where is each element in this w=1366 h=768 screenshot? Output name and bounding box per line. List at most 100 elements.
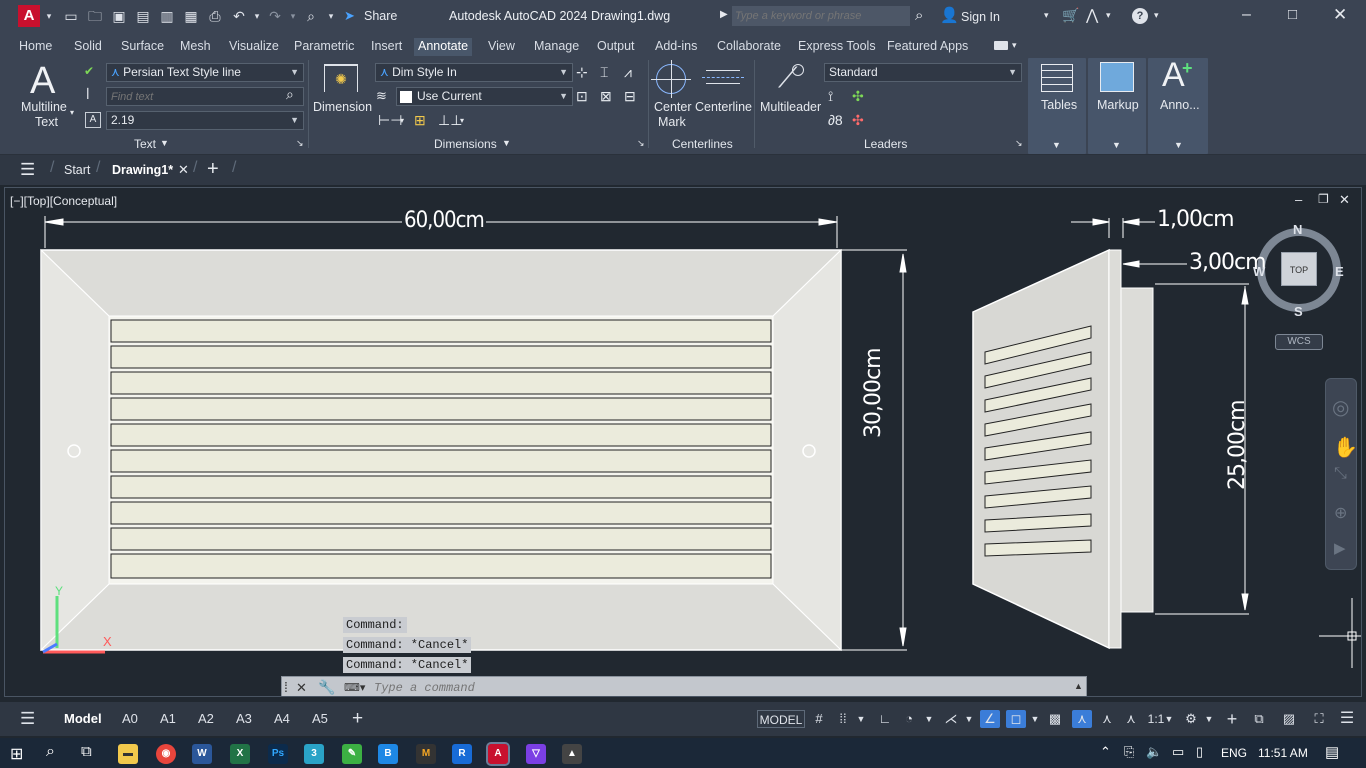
multiline-text-button[interactable]: A Multiline Text ▾: [12, 60, 78, 132]
save-as-icon[interactable]: ▤: [134, 8, 152, 24]
text-style-dropdown[interactable]: ⋏ Persian Text Style line ▼: [106, 63, 304, 82]
layout-tab-a2[interactable]: A2: [198, 710, 214, 728]
task-view-icon[interactable]: ⧉: [81, 743, 92, 760]
tab-surface[interactable]: Surface: [117, 38, 168, 56]
search-icon[interactable]: ⌕: [915, 7, 923, 24]
showmotion-icon[interactable]: ▶: [1334, 539, 1346, 557]
centerline-button[interactable]: Centerline: [694, 62, 752, 122]
command-input[interactable]: [374, 679, 1064, 696]
viewcube-top-face[interactable]: TOP: [1281, 252, 1317, 286]
share-icon[interactable]: ➤: [344, 8, 355, 24]
tab-insert[interactable]: Insert: [367, 38, 406, 56]
object-snap-tracking-icon[interactable]: ∠: [980, 710, 1000, 728]
ribbon-minimize-dropdown-icon[interactable]: ▾: [1012, 40, 1017, 51]
volume-icon[interactable]: 🔈: [1146, 744, 1162, 760]
layout-tab-a1[interactable]: A1: [160, 710, 176, 728]
isolate-objects-icon[interactable]: ⧉: [1250, 710, 1268, 728]
search-expand-icon[interactable]: ▶: [720, 9, 728, 20]
drawing-canvas[interactable]: [5, 188, 1362, 697]
linear-dim-icon[interactable]: ⊢⊣: [378, 112, 402, 129]
anno-dropdown-icon[interactable]: ▼: [1174, 140, 1183, 150]
dimensions-panel-launcher-icon[interactable]: ↘: [637, 138, 645, 149]
drawing1-tab[interactable]: Drawing1*: [112, 163, 173, 177]
clean-screen-icon[interactable]: ⛶: [1310, 710, 1328, 728]
close-tab-icon[interactable]: ✕: [178, 162, 189, 178]
tab-visualize[interactable]: Visualize: [225, 38, 283, 56]
hardware-acceleration-icon[interactable]: ▨: [1280, 710, 1298, 728]
wcs-menu[interactable]: WCS: [1275, 334, 1323, 350]
multileader-button[interactable]: ⟋ Multileader: [758, 62, 822, 122]
command-grip-icon[interactable]: ⁞: [284, 679, 288, 695]
taskbar-search-icon[interactable]: ⌕: [46, 743, 55, 761]
app-v-icon[interactable]: ▽: [526, 744, 546, 764]
tab-parametric[interactable]: Parametric: [290, 38, 358, 56]
undo-dropdown-icon[interactable]: ▾: [248, 8, 266, 24]
help-search-input[interactable]: [732, 6, 910, 26]
center-mark-button[interactable]: Center Mark: [651, 60, 693, 132]
clock[interactable]: 11:51 AM: [1258, 746, 1308, 760]
text-panel-launcher-icon[interactable]: ↘: [296, 138, 304, 149]
dim-layer-dropdown[interactable]: Use Current ▼: [396, 87, 573, 106]
app-green-icon[interactable]: ✎: [342, 744, 362, 764]
close-window-button[interactable]: ✕: [1333, 5, 1347, 25]
snap-icon[interactable]: ⁞⁞: [834, 710, 852, 728]
isodraft-icon[interactable]: ⋌: [942, 710, 960, 728]
orbit-icon[interactable]: ⊕: [1334, 503, 1347, 523]
word-icon[interactable]: W: [192, 744, 212, 764]
add-leader-icon[interactable]: ⟟: [828, 88, 833, 105]
leaders-panel-launcher-icon[interactable]: ↘: [1015, 138, 1023, 149]
minimize-button[interactable]: –: [1242, 6, 1251, 24]
command-history-toggle-icon[interactable]: ▲: [1074, 681, 1083, 691]
anno-button[interactable]: A + Anno... ▼: [1148, 56, 1208, 154]
quick-dim-icon[interactable]: ⊞: [414, 112, 426, 129]
continue-dim-icon[interactable]: ⊥⊥: [438, 112, 462, 129]
layout-tab-a5[interactable]: A5: [312, 710, 328, 728]
excel-icon[interactable]: X: [230, 744, 250, 764]
customization-menu-icon[interactable]: ☰: [1338, 710, 1356, 728]
layout-tab-model[interactable]: Model: [64, 710, 102, 728]
save-icon[interactable]: ▣: [110, 8, 128, 24]
open-file-icon[interactable]: 🗀: [86, 8, 104, 24]
zoom-extents-icon[interactable]: ⤡: [1334, 465, 1347, 483]
snap-dropdown-icon[interactable]: ▼: [856, 710, 866, 728]
plus-icon[interactable]: +: [1222, 710, 1242, 728]
annotation-scale-icon[interactable]: ⋏: [1122, 710, 1140, 728]
tab-mesh[interactable]: Mesh: [176, 38, 215, 56]
cart-icon[interactable]: 🛒: [1062, 7, 1079, 24]
dimensions-panel-dropdown-icon[interactable]: ▼: [502, 138, 511, 148]
auto-scale-icon[interactable]: ⋏: [1098, 710, 1116, 728]
autocad-taskbar-icon[interactable]: A: [486, 742, 510, 766]
layout-tab-a0[interactable]: A0: [122, 710, 138, 728]
app-menu-arrow-icon[interactable]: ▾: [40, 8, 58, 24]
dim-style-dropdown[interactable]: ⋏ Dim Style In ▼: [375, 63, 573, 82]
dimensions-panel-label[interactable]: Dimensions: [434, 137, 497, 151]
language-indicator[interactable]: ENG: [1221, 746, 1247, 760]
command-customize-icon[interactable]: 🔧: [318, 679, 335, 696]
file-explorer-icon[interactable]: ▬: [118, 744, 138, 764]
revit-icon[interactable]: R: [452, 744, 472, 764]
maximize-button[interactable]: □: [1288, 6, 1297, 23]
tab-collaborate[interactable]: Collaborate: [713, 38, 785, 56]
tab-home[interactable]: Home: [15, 38, 56, 56]
object-snap-dropdown-icon[interactable]: ▼: [1030, 710, 1040, 728]
multiline-dropdown-icon[interactable]: ▾: [70, 108, 74, 117]
sign-in-button[interactable]: Sign In: [961, 10, 1000, 24]
battery-icon[interactable]: ▯: [1196, 744, 1203, 760]
help-icon[interactable]: ?: [1132, 8, 1148, 24]
drawing-viewport[interactable]: [−][Top][Conceptual] – ❐ ✕ 60,00cm 30,00…: [4, 187, 1362, 697]
redo-dropdown-icon[interactable]: ▾: [284, 8, 302, 24]
dim-reassociate-icon[interactable]: ⊟: [624, 88, 636, 105]
dimension-button[interactable]: ✺ Dimension: [312, 62, 372, 122]
open-web-icon[interactable]: ▥: [158, 8, 176, 24]
wifi-icon[interactable]: ▭: [1172, 744, 1184, 760]
new-file-icon[interactable]: ▭: [62, 8, 80, 24]
text-panel-dropdown-icon[interactable]: ▼: [160, 138, 169, 148]
share-button[interactable]: Share: [364, 9, 397, 23]
app-3-icon[interactable]: 3: [304, 744, 324, 764]
grid-icon[interactable]: #: [810, 710, 828, 728]
show-hidden-icons[interactable]: ⌃: [1100, 744, 1111, 760]
annotation-visibility-icon[interactable]: ⋏: [1072, 710, 1092, 728]
command-close-icon[interactable]: ✕: [296, 680, 307, 696]
app-m-icon[interactable]: M: [416, 744, 436, 764]
align-leaders-icon[interactable]: ∂8: [828, 112, 843, 128]
